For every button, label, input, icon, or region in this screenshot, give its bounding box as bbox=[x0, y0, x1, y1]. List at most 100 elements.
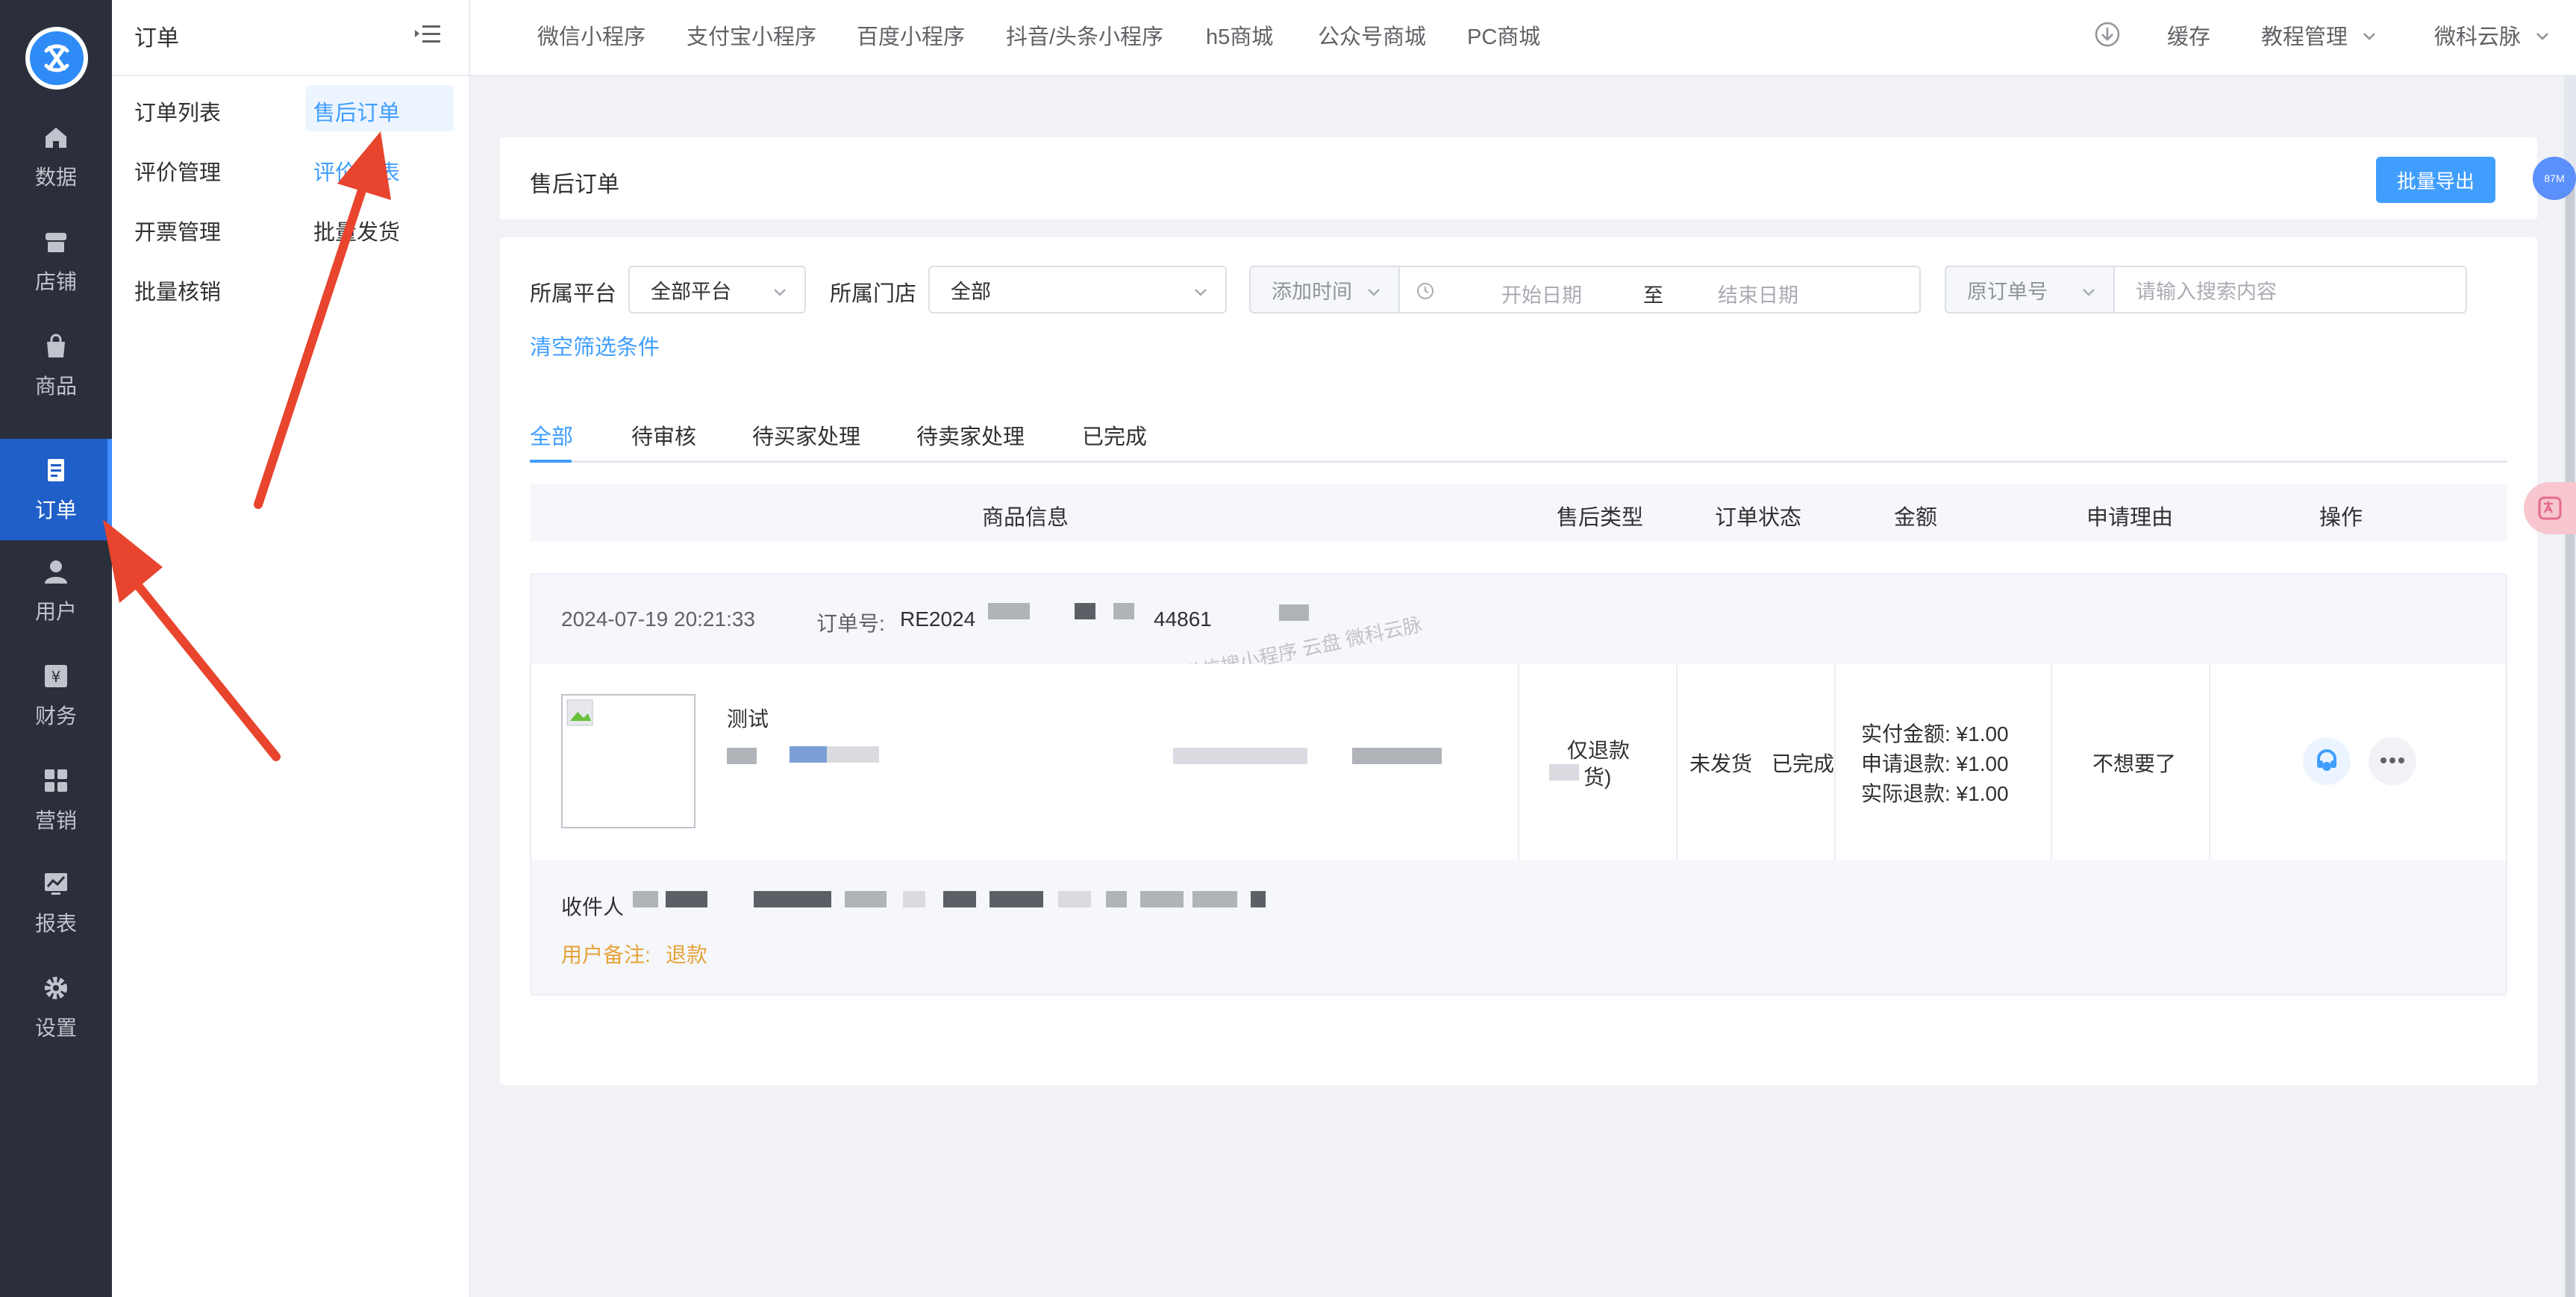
translate-icon[interactable] bbox=[2524, 482, 2576, 534]
store-select[interactable]: 全部 bbox=[928, 266, 1227, 313]
redacted-block bbox=[633, 891, 658, 907]
platform-select-value: 全部平台 bbox=[651, 280, 731, 303]
more-actions-button[interactable] bbox=[2369, 737, 2416, 785]
end-date-input[interactable]: 结束日期 bbox=[1718, 279, 1798, 308]
rail-item-label: 报表 bbox=[34, 912, 77, 935]
main-sidebar: 数据 店铺 商品 订单 用户 ¥ 财务 营销 报表 设置 bbox=[0, 0, 112, 1297]
clock-icon bbox=[1416, 282, 1434, 304]
chevron-down-icon bbox=[1366, 282, 1382, 299]
batch-export-button[interactable]: 批量导出 bbox=[2376, 157, 2495, 203]
clear-filters-link[interactable]: 清空筛选条件 bbox=[530, 330, 660, 361]
product-thumbnail[interactable] bbox=[561, 694, 695, 828]
page-header-card: 售后订单 批量导出 bbox=[500, 137, 2537, 219]
rail-item-marketing[interactable]: 营销 bbox=[0, 749, 112, 851]
account-menu[interactable]: 微科云脉 bbox=[2434, 19, 2551, 51]
platform-select[interactable]: 全部平台 bbox=[628, 266, 806, 313]
receiver-label: 收件人 bbox=[561, 896, 625, 919]
submenu-review-list[interactable]: 评价列表 bbox=[313, 155, 400, 187]
rail-item-label: 店铺 bbox=[34, 270, 77, 293]
search-input[interactable]: 请输入搜索内容 bbox=[2113, 266, 2467, 313]
grid-icon bbox=[41, 766, 71, 796]
tab-pending-buyer[interactable]: 待买家处理 bbox=[752, 419, 860, 451]
col-actions: 操作 bbox=[2319, 506, 2363, 530]
tab-douyin-miniprogram[interactable]: 抖音/头条小程序 bbox=[1006, 19, 1163, 51]
redacted-block bbox=[1140, 891, 1184, 907]
redacted-block bbox=[1192, 891, 1237, 907]
tab-pending-seller[interactable]: 待卖家处理 bbox=[916, 419, 1025, 451]
rail-item-store[interactable]: 店铺 bbox=[0, 210, 112, 312]
chevron-down-icon bbox=[2354, 25, 2378, 49]
yen-icon: ¥ bbox=[41, 661, 71, 691]
redacted-block bbox=[990, 891, 1043, 907]
submenu-order-list[interactable]: 订单列表 bbox=[134, 96, 221, 127]
order-status: 已完成 bbox=[1772, 752, 1835, 775]
rail-item-label: 设置 bbox=[34, 1016, 77, 1040]
tab-pending-review[interactable]: 待审核 bbox=[631, 419, 696, 451]
rail-item-goods[interactable]: 商品 bbox=[0, 315, 112, 416]
redacted-block bbox=[666, 891, 707, 907]
order-icon bbox=[41, 455, 71, 485]
rail-item-user[interactable]: 用户 bbox=[0, 540, 112, 642]
download-icon[interactable] bbox=[2094, 21, 2121, 51]
tab-h5-mall[interactable]: h5商城 bbox=[1206, 19, 1273, 51]
tab-all[interactable]: 全部 bbox=[530, 419, 573, 451]
memory-badge[interactable]: 87M bbox=[2533, 157, 2576, 200]
rail-item-data[interactable]: 数据 bbox=[0, 106, 112, 207]
rail-item-settings[interactable]: 设置 bbox=[0, 957, 112, 1058]
product-name[interactable]: 测试 bbox=[727, 703, 769, 733]
divider bbox=[112, 75, 470, 76]
tab-official-account-mall[interactable]: 公众号商城 bbox=[1318, 19, 1426, 51]
search-placeholder: 请输入搜索内容 bbox=[2136, 280, 2277, 303]
user-remark-label: 用户备注: bbox=[561, 943, 651, 966]
rail-item-label: 订单 bbox=[34, 499, 77, 522]
time-type-select[interactable]: 添加时间 bbox=[1249, 266, 1400, 313]
rail-item-label: 商品 bbox=[34, 375, 77, 398]
order-card-footer: 收件人 用户备注: 退款 bbox=[531, 860, 2506, 997]
aftersale-type: 仅退款 bbox=[1567, 739, 1631, 762]
cache-button[interactable]: 缓存 bbox=[2167, 19, 2210, 51]
tutorial-manage-label: 教程管理 bbox=[2261, 25, 2348, 49]
chevron-down-icon bbox=[1192, 282, 1209, 299]
rail-item-order[interactable]: 订单 bbox=[0, 439, 112, 540]
tab-pc-mall[interactable]: PC商城 bbox=[1467, 19, 1540, 51]
rail-item-label: 数据 bbox=[34, 166, 77, 189]
redacted-block bbox=[1251, 891, 1266, 907]
account-name: 微科云脉 bbox=[2434, 25, 2522, 49]
app-logo[interactable] bbox=[25, 27, 88, 90]
order-row: 测试 仅退款 货) 未发货 已完成 实付金额: ¥1.00 申请退款: ¥1.0… bbox=[531, 664, 2506, 860]
submenu-aftersale-orders[interactable]: 售后订单 bbox=[313, 96, 400, 127]
tab-baidu-miniprogram[interactable]: 百度小程序 bbox=[857, 19, 965, 51]
redacted-block bbox=[727, 748, 757, 764]
date-range-picker[interactable]: 开始日期 至 结束日期 bbox=[1398, 266, 1921, 313]
customer-service-button[interactable] bbox=[2303, 737, 2351, 785]
user-remark-value: 退款 bbox=[666, 943, 708, 966]
apply-refund-amount: 申请退款: ¥1.00 bbox=[1861, 752, 2009, 775]
submenu-invoice-manage[interactable]: 开票管理 bbox=[134, 215, 221, 246]
divider bbox=[2051, 664, 2052, 860]
col-order-status: 订单状态 bbox=[1715, 506, 1802, 530]
submenu-review-manage[interactable]: 评价管理 bbox=[134, 155, 221, 187]
divider bbox=[2209, 664, 2210, 860]
search-type-select[interactable]: 原订单号 bbox=[1945, 266, 2115, 313]
scrollbar-thumb[interactable] bbox=[2566, 166, 2575, 1297]
divider bbox=[1676, 664, 1678, 860]
tab-wechat-miniprogram[interactable]: 微信小程序 bbox=[537, 19, 645, 51]
paid-amount: 实付金额: ¥1.00 bbox=[1861, 722, 2009, 746]
search-type-value: 原订单号 bbox=[1967, 280, 2048, 303]
chevron-down-icon bbox=[2527, 25, 2551, 49]
collapse-menu-icon[interactable] bbox=[413, 21, 443, 48]
order-no-label: 订单号: bbox=[816, 612, 885, 635]
rail-item-report[interactable]: 报表 bbox=[0, 852, 112, 954]
submenu-batch-verify[interactable]: 批量核销 bbox=[134, 275, 221, 306]
submenu-batch-ship[interactable]: 批量发货 bbox=[313, 215, 400, 246]
tab-completed[interactable]: 已完成 bbox=[1082, 419, 1147, 451]
redacted-block bbox=[827, 746, 879, 763]
tutorial-manage-menu[interactable]: 教程管理 bbox=[2261, 19, 2378, 51]
scrollbar[interactable] bbox=[2564, 76, 2576, 1297]
start-date-input[interactable]: 开始日期 bbox=[1501, 279, 1582, 308]
rail-item-finance[interactable]: ¥ 财务 bbox=[0, 645, 112, 746]
tab-alipay-miniprogram[interactable]: 支付宝小程序 bbox=[687, 19, 816, 51]
order-card: 2024-07-19 20:21:33 订单号: RE2024 44861 微信… bbox=[530, 573, 2507, 996]
order-no-prefix: RE2024 bbox=[900, 607, 976, 631]
secondary-menu: 订单 订单列表 评价管理 开票管理 批量核销 售后订单 评价列表 批量发货 bbox=[112, 0, 470, 1297]
